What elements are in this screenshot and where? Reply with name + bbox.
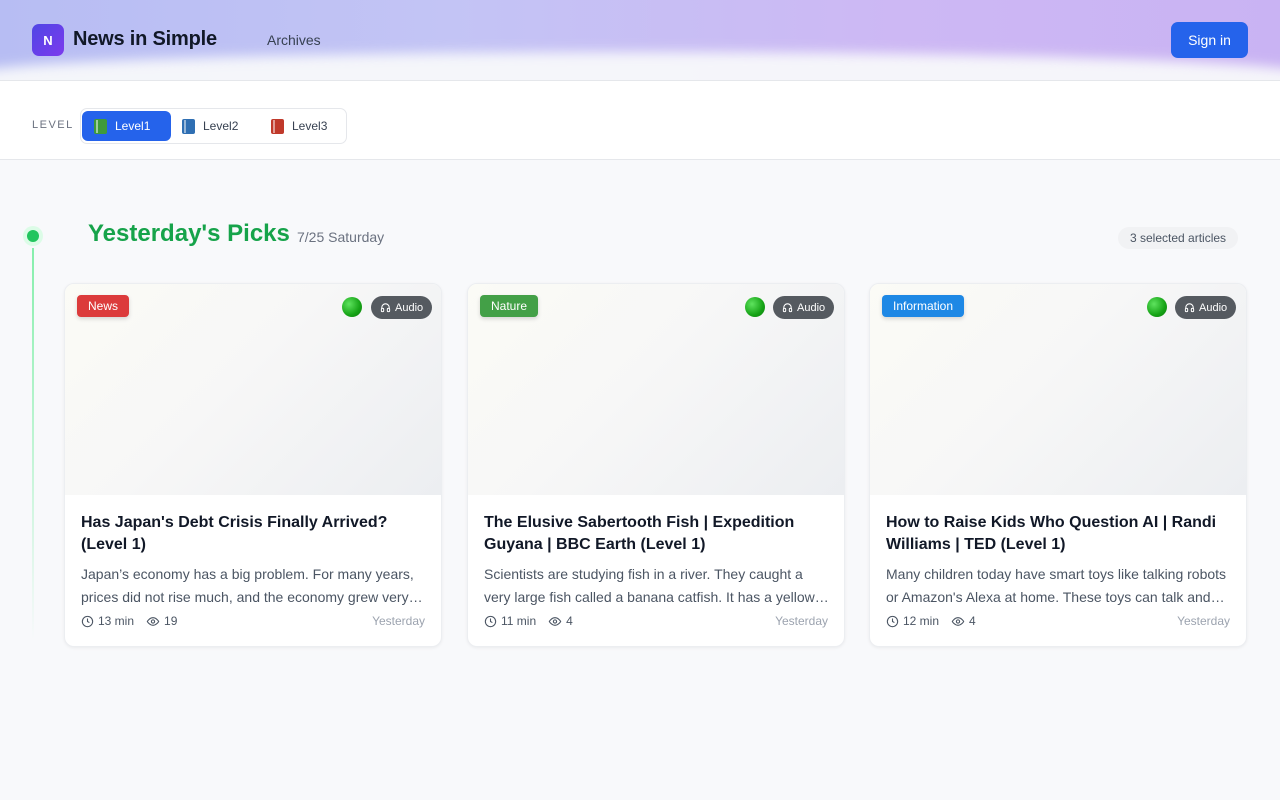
article-date: Yesterday	[372, 614, 425, 628]
status-dot-icon	[1147, 297, 1167, 317]
clock-icon	[886, 615, 899, 627]
headphones-icon	[380, 303, 391, 313]
audio-badge[interactable]: Audio	[371, 296, 433, 319]
section-title: Yesterday's Picks	[88, 220, 290, 247]
article-meta: 13 min 19	[81, 614, 183, 628]
eye-icon	[146, 616, 160, 626]
view-count: 19	[164, 614, 178, 628]
audio-badge[interactable]: Audio	[773, 296, 835, 319]
article-excerpt: Scientists are studying fish in a river.…	[484, 566, 815, 605]
audio-badge[interactable]: Audio	[1175, 296, 1237, 319]
level-label: LEVEL	[32, 119, 74, 131]
audio-label: Audio	[1199, 301, 1228, 314]
clock-icon	[484, 615, 497, 627]
audio-label: Audio	[395, 301, 424, 314]
article-date: Yesterday	[775, 614, 828, 628]
view-count: 4	[566, 614, 573, 628]
level-bar: LEVEL Level1 Level2 Level3	[0, 81, 1280, 160]
eye-icon	[548, 616, 562, 626]
timeline-line	[32, 248, 34, 640]
level-option-label: Level3	[292, 119, 328, 133]
article-excerpt: Many children today have smart toys like…	[886, 566, 1227, 605]
site-name[interactable]: News in Simple	[73, 28, 217, 51]
section-date: 7/25 Saturday	[297, 229, 385, 245]
read-time: 11 min	[501, 614, 537, 628]
clock-icon	[81, 615, 94, 627]
article-title[interactable]: How to Raise Kids Who Question AI | Rand…	[886, 512, 1232, 556]
read-time: 12 min	[903, 614, 940, 628]
article-card[interactable]: Nature Audio The Elusive Sabertooth Fish…	[467, 283, 845, 647]
status-dot-icon	[342, 297, 362, 317]
article-excerpt: Japan’s economy has a big problem. For m…	[81, 566, 414, 605]
audio-label: Audio	[797, 301, 826, 314]
status-dot-icon	[745, 297, 765, 317]
article-title[interactable]: Has Japan's Debt Crisis Finally Arrived?…	[81, 512, 427, 556]
blue-book-icon	[182, 118, 195, 134]
article-card[interactable]: News Audio Has Japan's Debt Crisis Final…	[64, 283, 442, 647]
green-book-icon	[94, 118, 107, 134]
article-title[interactable]: The Elusive Sabertooth Fish | Expedition…	[484, 512, 830, 556]
article-meta: 12 min 4	[886, 614, 982, 628]
view-count: 4	[969, 614, 976, 628]
selected-count-badge: 3 selected articles	[1118, 227, 1239, 249]
article-date: Yesterday	[1177, 614, 1230, 628]
article-card[interactable]: Information Audio How to Raise Kids Who …	[869, 283, 1247, 647]
level-selector: Level1 Level2 Level3	[80, 108, 347, 144]
read-time: 13 min	[98, 614, 135, 628]
category-tag: Information	[882, 295, 965, 317]
level-option-label: Level2	[203, 119, 239, 133]
level-option-3[interactable]: Level3	[259, 111, 346, 141]
level-option-label: Level1	[115, 119, 151, 133]
category-tag: News	[77, 295, 130, 317]
level-option-2[interactable]: Level2	[170, 111, 257, 141]
article-meta: 11 min 4	[484, 614, 579, 628]
logo-icon[interactable]: N	[32, 24, 64, 56]
category-tag: Nature	[480, 295, 539, 317]
level-option-1[interactable]: Level1	[82, 111, 171, 141]
sign-in-button[interactable]: Sign in	[1171, 22, 1248, 58]
headphones-icon	[1184, 303, 1195, 313]
headphones-icon	[782, 303, 793, 313]
eye-icon	[951, 616, 965, 626]
nav-archives-link[interactable]: Archives	[267, 32, 321, 48]
timeline-dot	[27, 230, 39, 242]
red-book-icon	[271, 118, 284, 134]
